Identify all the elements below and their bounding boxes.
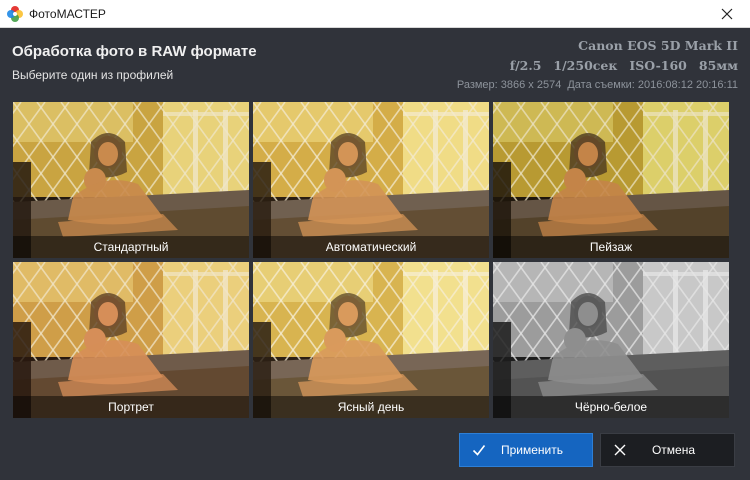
profile-tile-bw[interactable]: Чёрно-белое [493,262,729,418]
profile-tile-standard[interactable]: Стандартный [13,102,249,258]
profile-tile-portrait[interactable]: Портрет [13,262,249,418]
dialog-header: Обработка фото в RAW формате Выберите од… [0,27,750,97]
app-logo-icon [7,5,23,22]
profile-label: Автоматический [253,236,489,258]
cancel-button-label: Отмена [651,443,696,457]
window-title: ФотоМАСТЕР [29,6,106,21]
image-meta: Размер: 3866 x 2574 Дата съемки: 2016:08… [457,79,738,91]
profile-label: Портрет [13,396,249,418]
shutter-value: 1/250сек [553,58,618,73]
dialog-title: Обработка фото в RAW формате [12,43,257,60]
image-size: Размер: 3866 x 2574 [456,79,562,91]
close-icon [721,8,733,19]
profile-thumbnail [493,262,729,418]
apply-button-label: Применить [500,443,563,457]
profile-label: Пейзаж [493,236,729,258]
focal-length-value: 85мм [698,58,738,73]
profile-thumbnail [13,262,249,418]
title-bar: ФотоМАСТЕР [0,0,750,28]
profile-tile-landscape[interactable]: Пейзаж [493,102,729,258]
window-close-button[interactable] [704,0,750,27]
raw-dialog-window: ФотоМАСТЕР Обработка фото в RAW формате … [0,0,750,480]
profile-grid: Стандартный Автоматический Пейзаж Портре… [13,102,730,419]
camera-model: Canon EOS 5D Mark II [578,38,738,53]
exif-info: f/2.5 1/250сек ISO-160 85мм [510,58,738,73]
aperture-value: f/2.5 [509,58,542,73]
profile-thumbnail [253,262,489,418]
profile-label: Ясный день [253,396,489,418]
apply-button[interactable]: Применить [459,433,593,467]
profile-thumbnail [13,102,249,258]
profile-label: Стандартный [13,236,249,258]
capture-date: Дата съемки: 2016:08:12 20:16:11 [567,79,738,91]
checkmark-icon [472,445,486,456]
cancel-button[interactable]: Отмена [600,433,735,467]
profile-thumbnail [253,102,489,258]
profile-label: Чёрно-белое [493,396,729,418]
profile-tile-auto[interactable]: Автоматический [253,102,489,258]
close-icon [614,444,626,456]
iso-value: ISO-160 [629,58,687,73]
profile-thumbnail [493,102,729,258]
profile-tile-clear-day[interactable]: Ясный день [253,262,489,418]
dialog-subtitle: Выберите один из профилей [12,68,174,82]
